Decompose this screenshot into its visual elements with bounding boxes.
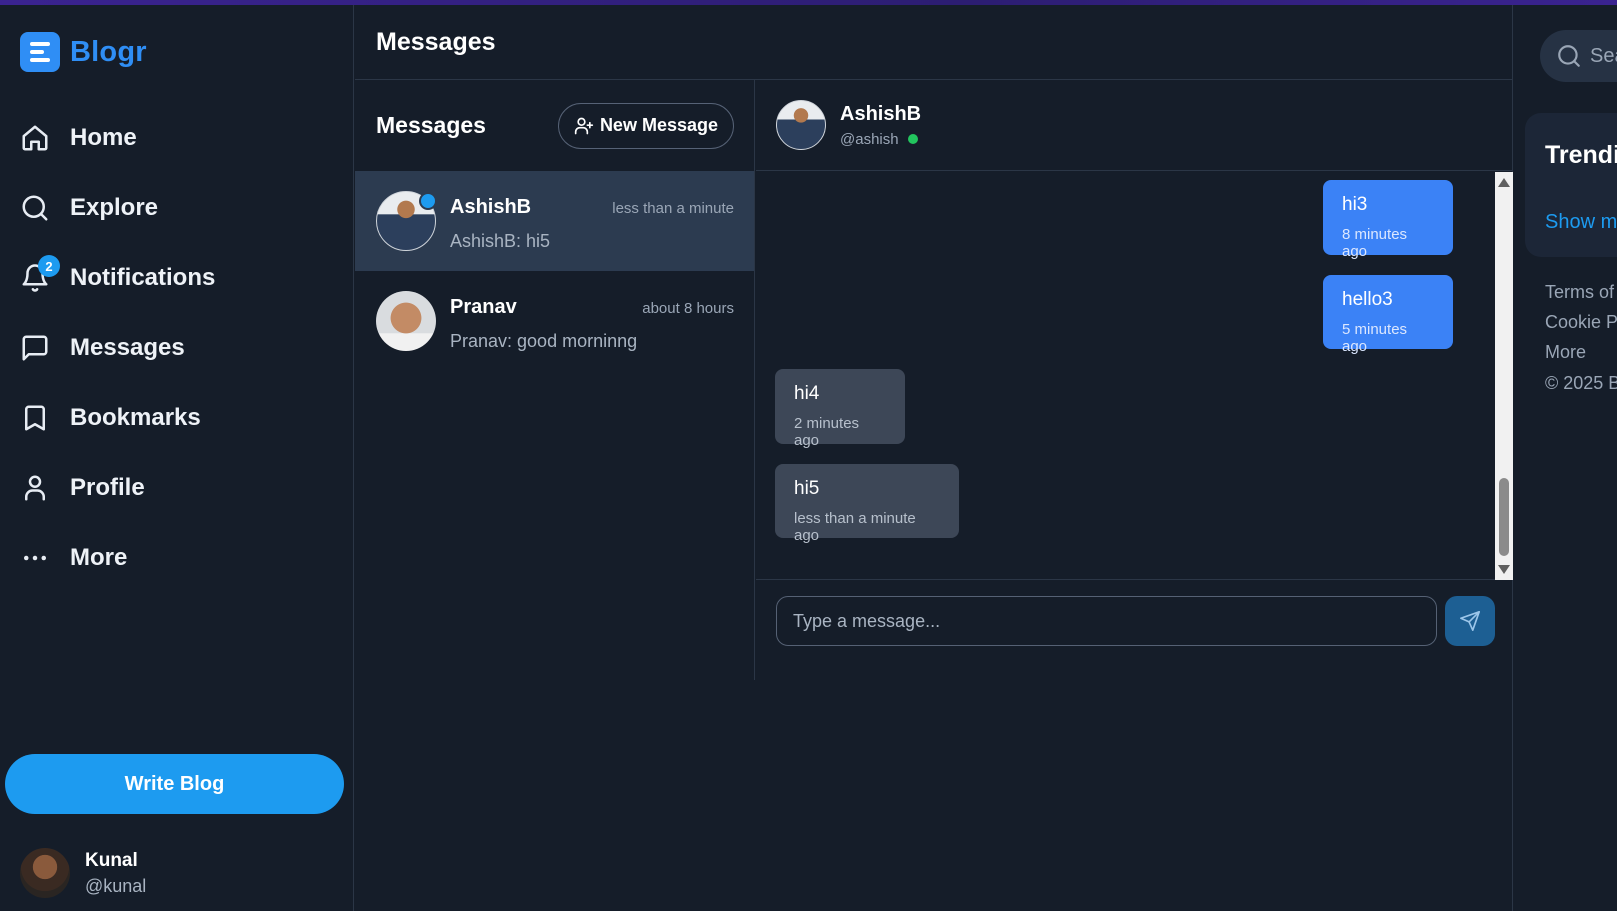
nav-item-more[interactable]: More bbox=[0, 523, 354, 593]
nav-item-messages[interactable]: Messages bbox=[0, 313, 354, 383]
page-title: Messages bbox=[376, 27, 496, 56]
scroll-up-arrow-icon[interactable] bbox=[1498, 178, 1510, 187]
message-text: hello3 bbox=[1342, 289, 1393, 310]
conversation-time: about 8 hours bbox=[642, 300, 734, 317]
user-icon bbox=[25, 475, 45, 501]
message-bubble-incoming: hi5 less than a minute ago bbox=[775, 464, 959, 544]
message-text: hi4 bbox=[794, 383, 820, 404]
conversation-name: Pranav bbox=[450, 296, 517, 318]
scrollbar-thumb[interactable] bbox=[1499, 478, 1509, 556]
footer-link-terms[interactable]: Terms of S bbox=[1545, 280, 1617, 310]
nav-label-explore: Explore bbox=[70, 194, 159, 221]
avatar bbox=[376, 191, 437, 251]
search-icon bbox=[22, 195, 48, 221]
message-bubble-outgoing: hi3 8 minutes ago bbox=[1323, 180, 1453, 260]
trending-card: Trendi Show m bbox=[1525, 113, 1617, 257]
conversation-name: AshishB bbox=[450, 196, 532, 218]
chat-contact-handle: @ashish bbox=[840, 130, 899, 148]
nav-item-explore[interactable]: Explore bbox=[0, 173, 354, 243]
conversation-preview: Pranav: good morninng bbox=[450, 331, 638, 351]
message-time: 2 minutes ago bbox=[794, 415, 860, 449]
copyright-text: © 2025 B bbox=[1545, 373, 1617, 393]
unread-indicator bbox=[419, 192, 437, 210]
nav-item-profile[interactable]: Profile bbox=[0, 453, 354, 523]
footer-link-more[interactable]: More bbox=[1545, 340, 1617, 370]
main-nav: Home Explore 2 Notifications Messages Bo… bbox=[0, 103, 354, 593]
conversation-list: Messages New Message AshishB less than a… bbox=[355, 80, 755, 680]
nav-label-notifications: Notifications bbox=[70, 264, 216, 291]
page-header: Messages bbox=[355, 5, 1512, 80]
current-user-card[interactable]: Kunal @kunal bbox=[20, 848, 146, 898]
more-dots-icon bbox=[24, 555, 46, 561]
footer-links: Terms of S Cookie Po More bbox=[1545, 280, 1617, 370]
nav-item-home[interactable]: Home bbox=[0, 103, 354, 173]
conversation-item-pranav[interactable]: Pranav about 8 hours Pranav: good mornin… bbox=[355, 271, 754, 371]
nav-label-home: Home bbox=[70, 124, 137, 151]
new-message-label: New Message bbox=[599, 115, 718, 135]
conversation-item-ashishb[interactable]: AshishB less than a minute AshishB: hi5 bbox=[355, 171, 754, 271]
chat-contact-name[interactable]: AshishB bbox=[840, 103, 921, 126]
message-time: 8 minutes ago bbox=[1342, 226, 1408, 260]
avatar bbox=[376, 291, 436, 351]
message-bubble-outgoing: hello3 5 minutes ago bbox=[1323, 275, 1453, 355]
conversation-list-header: Messages New Message bbox=[355, 80, 754, 171]
message-text: hi5 bbox=[794, 478, 820, 499]
write-blog-button[interactable]: Write Blog bbox=[5, 754, 344, 814]
online-status-dot bbox=[907, 134, 918, 144]
logo-icon bbox=[20, 32, 60, 72]
nav-label-messages: Messages bbox=[70, 334, 185, 361]
notification-count-badge: 2 bbox=[38, 255, 60, 277]
conversation-preview: AshishB: hi5 bbox=[450, 231, 551, 251]
app-logo[interactable]: Blogr bbox=[20, 32, 147, 72]
main-content: Messages Messages New Message AshishB le… bbox=[355, 5, 1513, 911]
message-scrollbar[interactable] bbox=[1495, 172, 1513, 580]
avatar bbox=[20, 848, 70, 898]
show-more-link[interactable]: Show m bbox=[1545, 211, 1617, 234]
send-icon bbox=[1460, 611, 1480, 631]
current-user-name: Kunal bbox=[85, 849, 138, 871]
app-name: Blogr bbox=[70, 35, 147, 68]
message-text: hi3 bbox=[1342, 194, 1368, 215]
search-input[interactable]: Sea bbox=[1590, 45, 1617, 68]
right-sidebar: Sea Trendi Show m Terms of S Cookie Po M… bbox=[1514, 5, 1617, 911]
new-message-button[interactable]: New Message bbox=[557, 102, 734, 149]
avatar[interactable] bbox=[776, 100, 826, 150]
message-composer bbox=[776, 596, 1495, 646]
nav-label-bookmarks: Bookmarks bbox=[70, 404, 201, 431]
message-time: 5 minutes ago bbox=[1342, 321, 1408, 355]
nav-label-more: More bbox=[70, 544, 128, 571]
nav-item-notifications[interactable]: 2 Notifications bbox=[0, 243, 354, 313]
trending-title: Trendi bbox=[1545, 141, 1617, 169]
footer-link-cookie[interactable]: Cookie Po bbox=[1545, 310, 1617, 340]
message-input[interactable] bbox=[776, 596, 1437, 646]
chat-panel: AshishB @ashish hi3 8 minutes ago hello3… bbox=[756, 80, 1513, 680]
left-sidebar: Blogr Home Explore 2 Notifications Messa… bbox=[0, 5, 354, 911]
search-icon bbox=[1558, 45, 1580, 67]
message-thread[interactable]: hi3 8 minutes ago hello3 5 minutes ago h… bbox=[756, 172, 1513, 580]
nav-item-bookmarks[interactable]: Bookmarks bbox=[0, 383, 354, 453]
chat-header: AshishB @ashish bbox=[756, 80, 1513, 171]
conversation-list-title: Messages bbox=[376, 112, 486, 138]
scroll-down-arrow-icon[interactable] bbox=[1498, 565, 1510, 574]
bookmark-icon bbox=[25, 405, 45, 431]
conversation-time: less than a minute bbox=[612, 200, 734, 217]
nav-label-profile: Profile bbox=[70, 474, 145, 501]
search-bar[interactable]: Sea bbox=[1540, 30, 1617, 82]
send-button[interactable] bbox=[1445, 596, 1495, 646]
message-bubble-incoming: hi4 2 minutes ago bbox=[775, 369, 905, 449]
message-time: less than a minute ago bbox=[794, 510, 916, 544]
user-plus-icon bbox=[574, 117, 594, 134]
home-icon bbox=[22, 125, 48, 151]
message-icon bbox=[22, 335, 48, 361]
current-user-handle: @kunal bbox=[85, 875, 147, 896]
